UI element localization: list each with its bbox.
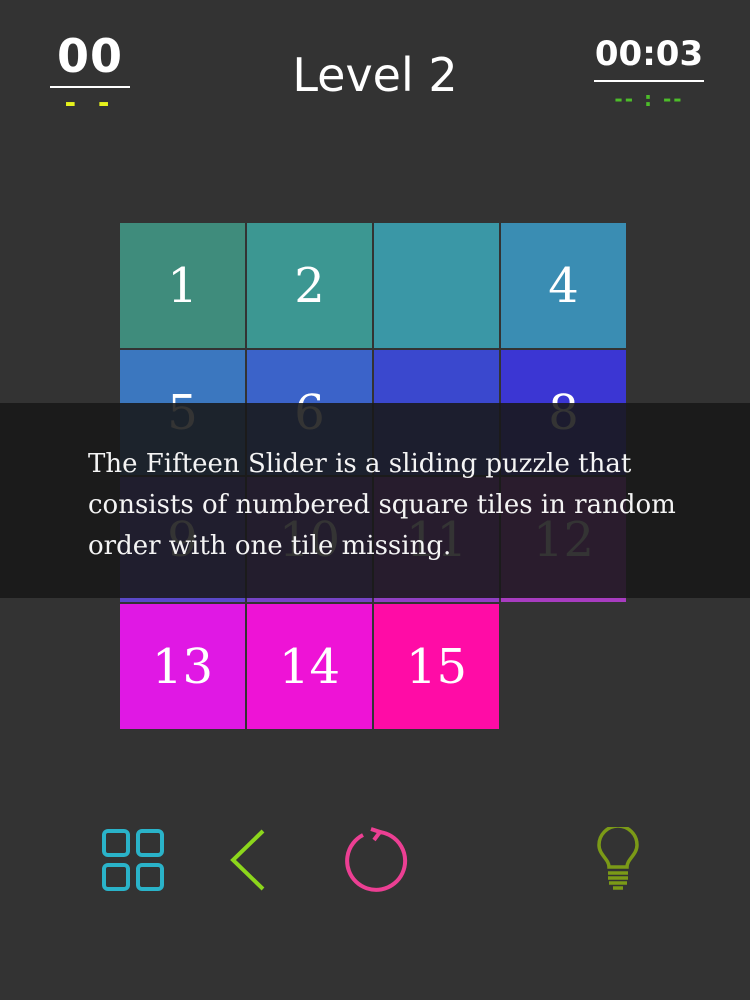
levels-button[interactable] xyxy=(98,825,168,895)
puzzle-tile[interactable] xyxy=(374,223,499,348)
puzzle-tile[interactable]: 2 xyxy=(247,223,372,348)
puzzle-tile[interactable]: 13 xyxy=(120,604,245,729)
best-time-value: -- : -- xyxy=(614,87,684,111)
puzzle-tile[interactable]: 1 xyxy=(120,223,245,348)
puzzle-tile[interactable]: 15 xyxy=(374,604,499,729)
puzzle-tile[interactable]: 4 xyxy=(501,223,626,348)
puzzle-tile[interactable]: 14 xyxy=(247,604,372,729)
restart-icon xyxy=(345,827,408,892)
back-icon xyxy=(230,829,265,891)
hint-icon xyxy=(597,827,639,890)
back-button[interactable] xyxy=(222,825,272,895)
timer: 00:03 -- : -- xyxy=(594,30,704,116)
restart-button[interactable] xyxy=(340,825,412,895)
hint-button[interactable] xyxy=(592,825,644,895)
grid-icon xyxy=(102,829,164,891)
info-text: The Fifteen Slider is a sliding puzzle t… xyxy=(88,449,676,561)
time-value: 00:03 xyxy=(594,34,704,74)
